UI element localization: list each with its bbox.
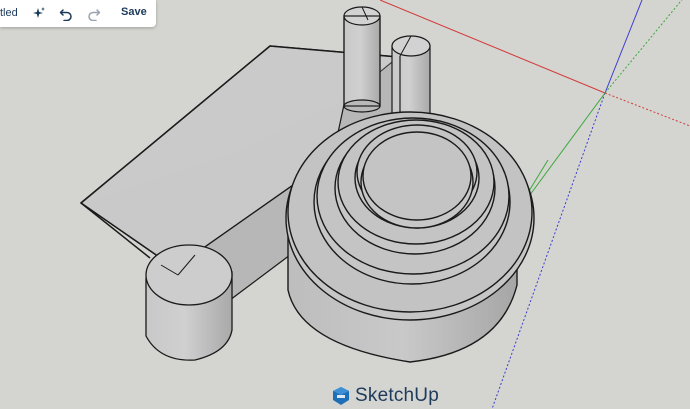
top-toolbar: tled Save bbox=[0, 0, 156, 27]
sketchup-branding: SketchUp bbox=[331, 384, 439, 408]
model-stepped-cylinder[interactable] bbox=[285, 111, 535, 363]
model-cylinder-back-left[interactable] bbox=[343, 6, 381, 113]
modeling-viewport[interactable] bbox=[0, 0, 690, 409]
green-axis-dotted bbox=[604, 0, 683, 94]
sparkle-icon bbox=[33, 6, 45, 18]
model-cylinder-front[interactable] bbox=[145, 244, 233, 361]
model-cylinder-back-right[interactable] bbox=[391, 35, 431, 123]
undo-icon bbox=[59, 8, 72, 21]
red-axis-dotted bbox=[604, 92, 690, 127]
sketchup-logo-icon bbox=[333, 387, 349, 405]
redo-button[interactable] bbox=[85, 4, 103, 23]
redo-icon bbox=[88, 8, 101, 21]
sketchup-logo-text: SketchUp bbox=[355, 385, 439, 406]
save-button[interactable]: Save bbox=[121, 6, 147, 18]
blue-axis bbox=[604, 0, 643, 94]
undo-button[interactable] bbox=[57, 4, 75, 23]
ai-assist-button[interactable] bbox=[30, 4, 48, 23]
document-title[interactable]: tled bbox=[0, 7, 18, 19]
